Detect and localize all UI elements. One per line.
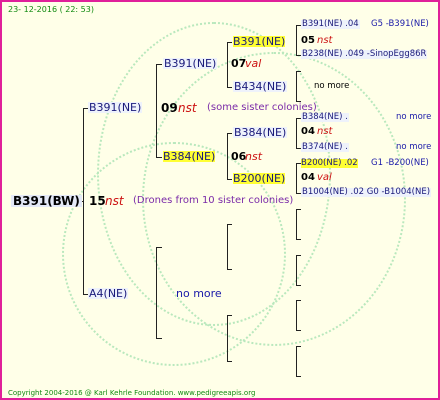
connector-line <box>296 255 297 285</box>
queen-count: 04 <box>301 172 315 183</box>
connector-line <box>227 179 232 180</box>
queen-label: B200(NE) <box>233 172 286 185</box>
queen-label: B384(NE) <box>233 126 288 139</box>
connector-line <box>156 247 157 338</box>
connector-line <box>296 346 301 347</box>
queen-label: A4(NE) <box>88 287 129 300</box>
connector-line <box>156 64 162 65</box>
ancestor-label: B391(NE) .04 <box>301 19 360 29</box>
connector-line <box>227 224 232 225</box>
root-note: (Drones from 10 sister colonies) <box>133 195 294 206</box>
ancestor-label: B1004(NE) .02 G0 -B1004(NE) <box>301 187 432 197</box>
queen-count: 05 <box>301 35 315 46</box>
queen-mating-type: val <box>245 57 262 70</box>
connector-line <box>227 224 228 269</box>
connector-line <box>296 300 297 330</box>
queen-label: B391(NE) <box>233 35 286 48</box>
connector-line <box>296 330 301 331</box>
connector-line <box>227 87 232 88</box>
connector-line <box>296 239 301 240</box>
root-mating-type: nst <box>105 194 124 208</box>
connector-line <box>296 71 301 72</box>
queen-mating-type: nst <box>245 150 263 163</box>
connector-line <box>227 269 232 270</box>
queen-label: B384(NE) <box>163 150 216 163</box>
no-more-note: no more <box>396 112 432 122</box>
connector-line <box>296 255 301 256</box>
root-count: 15 <box>89 194 106 208</box>
connector-line <box>227 361 232 362</box>
connector-line <box>296 209 297 239</box>
connector-line <box>296 300 301 301</box>
connector-line <box>296 209 301 210</box>
queen-count: 04 <box>301 126 315 137</box>
date-stamp: 23- 12-2016 ( 22: 53) <box>8 5 94 14</box>
connector-line <box>227 133 228 179</box>
connector-line <box>296 163 297 193</box>
connector-line <box>156 157 162 158</box>
connector-line <box>227 315 228 361</box>
copyright-footer: Copyright 2004-2016 @ Karl Kehrle Founda… <box>8 389 256 397</box>
ancestor-label: B384(NE) . <box>301 112 349 122</box>
queen-count: 09 <box>161 101 178 115</box>
queen-mating-type: nst <box>317 35 333 46</box>
connector-line <box>156 64 157 157</box>
queen-mating-type: nst <box>317 126 333 137</box>
queen-mating-type: nst <box>178 101 197 115</box>
ancestor-label: B200(NE) .02 <box>301 158 358 168</box>
ancestor-label: B238(NE) .049 -SinopEgg86R <box>301 49 428 59</box>
connector-line <box>296 285 301 286</box>
ancestor-source: G1 -B200(NE) <box>371 158 429 168</box>
connector-line <box>227 315 232 316</box>
connector-line <box>296 25 297 55</box>
ancestor-label: B374(NE) . <box>301 142 349 152</box>
queen-note: (some sister colonies) <box>207 102 317 113</box>
connector-line <box>296 118 297 148</box>
connector-line <box>296 346 297 376</box>
root-queen-label: B391(BW) <box>11 194 82 208</box>
connector-line <box>227 42 228 87</box>
pedigree-chart: 23- 12-2016 ( 22: 53) B391(BW) 15 nst (D… <box>0 0 440 400</box>
no-more-note: no more <box>176 287 222 300</box>
queen-label: B434(NE) <box>233 80 288 93</box>
queen-label: B391(NE) <box>163 57 218 70</box>
no-more-note: no more <box>396 142 432 152</box>
no-more-note: no more <box>314 81 350 91</box>
queen-label: B391(NE) <box>88 101 143 114</box>
connector-line <box>156 247 162 248</box>
connector-line <box>227 133 232 134</box>
connector-line <box>296 376 301 377</box>
queen-mating-type: val <box>317 172 332 183</box>
connector-line <box>296 71 297 101</box>
ancestor-source: G5 -B391(NE) <box>371 19 429 29</box>
connector-line <box>227 42 232 43</box>
connector-line <box>156 338 162 339</box>
